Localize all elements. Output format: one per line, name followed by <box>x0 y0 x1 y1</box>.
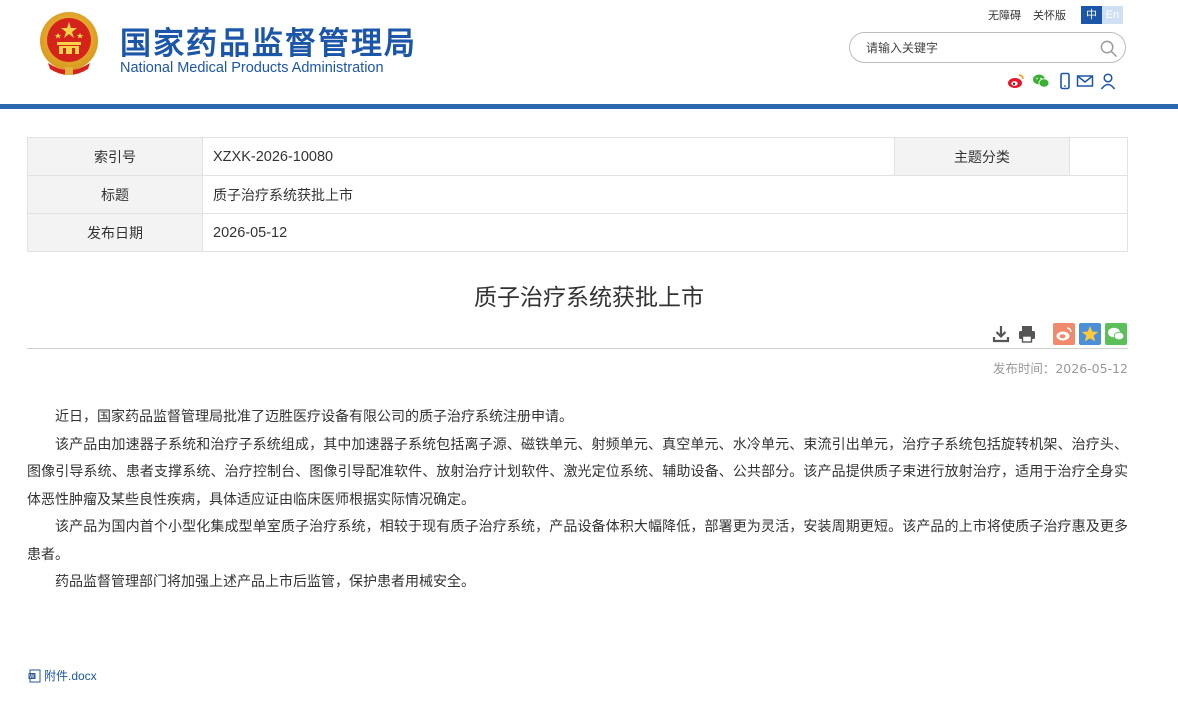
print-icon[interactable] <box>1016 323 1038 345</box>
paragraph: 该产品为国内首个小型化集成型单室质子治疗系统，相较于现有质子治疗系统，产品设备体… <box>27 519 1128 563</box>
search-box <box>849 32 1126 63</box>
article-body: 近日，国家药品监督管理局批准了迈胜医疗设备有限公司的质子治疗系统注册申请。 该产… <box>27 404 1128 597</box>
accessibility-link[interactable]: 无障碍 <box>988 9 1021 22</box>
search-icon[interactable] <box>1099 39 1118 58</box>
care-mode-link[interactable]: 关怀版 <box>1033 9 1066 22</box>
index-value: XZXK-2026-10080 <box>202 137 895 176</box>
table-row: 标题 质子治疗系统获批上市 <box>27 175 1128 214</box>
wechat-icon[interactable] <box>1032 72 1050 90</box>
download-icon[interactable] <box>990 323 1012 345</box>
share-weibo-icon[interactable] <box>1053 323 1075 345</box>
paragraph: 该产品由加速器子系统和治疗子系统组成，其中加速器子系统包括离子源、磁铁单元、射频… <box>27 436 1128 508</box>
mail-icon[interactable] <box>1076 72 1094 90</box>
site-title-cn[interactable]: 国家药品监督管理局 <box>120 18 417 63</box>
lang-cn-button[interactable]: 中 <box>1081 6 1102 24</box>
svg-text:W: W <box>29 674 35 680</box>
word-doc-icon: W <box>28 669 41 683</box>
table-row: 发布日期 2026-05-12 <box>27 213 1128 252</box>
top-links: 无障碍 关怀版 <box>988 7 1078 23</box>
share-wechat-icon[interactable] <box>1105 323 1127 345</box>
title-value: 质子治疗系统获批上市 <box>202 175 1128 214</box>
site-header: 国家药品监督管理局 National Medical Products Admi… <box>0 0 1178 104</box>
date-value: 2026-05-12 <box>202 213 1128 252</box>
attachment-label: 附件.docx <box>44 669 97 683</box>
user-icon[interactable] <box>1099 72 1117 90</box>
site-title-en[interactable]: National Medical Products Administration <box>120 60 384 76</box>
publish-time: 发布时间：2026-05-12 <box>992 361 1128 376</box>
share-qzone-icon[interactable] <box>1079 323 1101 345</box>
attachment-link[interactable]: W 附件.docx <box>28 667 97 684</box>
header-divider <box>0 104 1178 109</box>
category-value <box>1068 137 1129 176</box>
index-label: 索引号 <box>27 137 203 176</box>
date-label: 发布日期 <box>27 213 203 252</box>
paragraph: 药品监督管理部门将加强上述产品上市后监管，保护患者用械安全。 <box>55 574 475 590</box>
mobile-icon[interactable] <box>1056 72 1074 90</box>
weibo-icon[interactable] <box>1007 72 1025 90</box>
article-title: 质子治疗系统获批上市 <box>474 285 704 311</box>
document-info-table: 索引号 XZXK-2026-10080 主题分类 标题 质子治疗系统获批上市 发… <box>27 137 1129 252</box>
search-input[interactable] <box>866 39 1086 57</box>
table-row: 索引号 XZXK-2026-10080 主题分类 <box>27 137 1129 176</box>
paragraph: 近日，国家药品监督管理局批准了迈胜医疗设备有限公司的质子治疗系统注册申请。 <box>55 409 573 425</box>
title-label: 标题 <box>27 175 203 214</box>
lang-en-button[interactable]: En <box>1102 6 1123 24</box>
category-label: 主题分类 <box>893 137 1070 176</box>
title-divider <box>27 348 1128 349</box>
national-emblem-logo[interactable] <box>38 11 100 77</box>
